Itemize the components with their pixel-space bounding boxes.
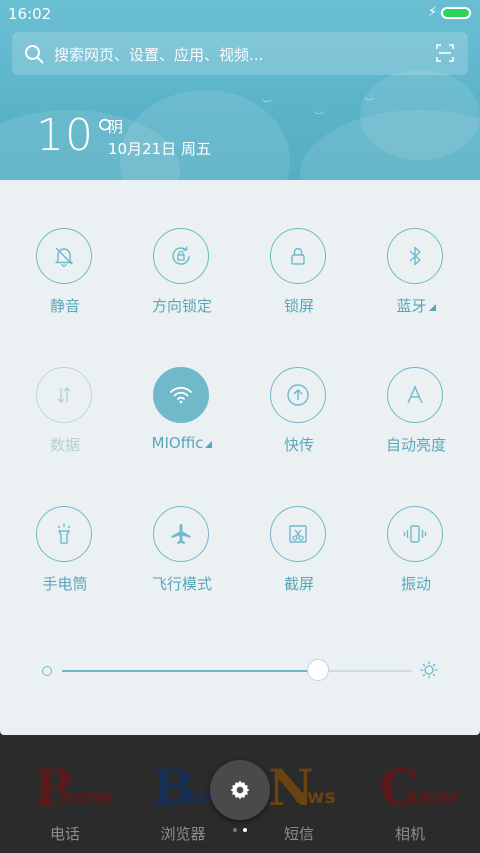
tile-label: 方向锁定: [151, 297, 212, 315]
page-indicator-dot: [233, 828, 237, 832]
tile-button[interactable]: [153, 228, 209, 284]
brightness-high-icon: [420, 661, 438, 679]
tile-button[interactable]: [36, 506, 92, 562]
tile-button[interactable]: [153, 506, 209, 562]
dropdown-caret-icon: [428, 304, 436, 311]
tile-label: 自动亮度: [385, 436, 446, 454]
app-phone[interactable]: P hone 电话: [10, 750, 120, 850]
camera-app-icon: C amer: [369, 758, 460, 817]
tile-button[interactable]: [270, 367, 326, 423]
weather-condition: 阴: [108, 118, 124, 136]
tile-rotation-lock[interactable]: 方向锁定: [127, 228, 237, 328]
app-icon-word: ews: [294, 786, 336, 808]
tile-flashlight[interactable]: 手电筒: [10, 506, 120, 606]
app-label: 短信: [283, 825, 314, 843]
tile-label: 飞行模式: [151, 575, 212, 593]
wifi-icon: [170, 386, 192, 404]
app-label: 电话: [49, 825, 80, 843]
lock-icon: [291, 247, 305, 265]
tile-label: 蓝牙: [361, 295, 471, 316]
tile-data[interactable]: 数据: [10, 367, 120, 467]
status-bar: 16:02 ⚡: [0, 0, 480, 28]
weather-header: ︶ ︶ ︶ 16:02 ⚡ 搜索网页、设置、应用、视频... 10° 阴 10月…: [0, 0, 480, 180]
tile-button[interactable]: [36, 228, 92, 284]
app-icon-word: hone: [60, 786, 113, 808]
temperature: 10°: [36, 110, 117, 161]
weather-date: 10月21日 周五: [108, 140, 211, 158]
battery-icon: [441, 7, 471, 19]
tile-vibrate[interactable]: 振动: [361, 506, 471, 606]
tile-label: 截屏: [283, 575, 314, 593]
data-arrows-icon: [57, 387, 71, 403]
tile-label-text: MIOffic: [151, 434, 204, 452]
bell-off-icon: [54, 247, 74, 267]
dropdown-caret-icon: [205, 441, 213, 448]
tile-label: 数据: [49, 436, 80, 454]
airplane-icon: [171, 524, 191, 544]
phone-app-icon: P hone: [24, 758, 113, 817]
rotation-lock-icon: [172, 246, 190, 265]
app-camera[interactable]: C amer 相机: [355, 750, 465, 850]
tile-button[interactable]: [387, 367, 443, 423]
flashlight-icon: [57, 524, 71, 544]
auto-brightness-icon: [407, 385, 423, 404]
tile-label: MIOffic: [127, 434, 237, 452]
screenshot-icon: [289, 525, 307, 543]
tile-label: 快传: [283, 436, 314, 454]
tile-airplane-mode[interactable]: 飞行模式: [127, 506, 237, 606]
tile-lock-screen[interactable]: 锁屏: [244, 228, 354, 328]
tile-label: 锁屏: [283, 297, 314, 315]
status-time: 16:02: [8, 5, 52, 23]
charging-icon: ⚡: [428, 5, 438, 20]
tile-label: 静音: [49, 297, 80, 315]
cloud-shape: [360, 70, 480, 160]
search-bar[interactable]: 搜索网页、设置、应用、视频...: [12, 32, 468, 75]
tile-button[interactable]: [36, 367, 92, 423]
transfer-icon: [287, 384, 309, 406]
tile-auto-brightness[interactable]: 自动亮度: [361, 367, 471, 467]
tile-button[interactable]: [387, 228, 443, 284]
settings-button[interactable]: [210, 760, 270, 820]
quick-settings-panel: 静音 方向锁定 锁屏 蓝牙 数据 MIOffic 快传 自动亮度 手电筒 飞行模…: [0, 180, 480, 735]
tile-quick-transfer[interactable]: 快传: [244, 367, 354, 467]
tile-screenshot[interactable]: 截屏: [244, 506, 354, 606]
tile-label: 振动: [400, 575, 431, 593]
search-placeholder: 搜索网页、设置、应用、视频...: [54, 46, 264, 64]
brightness-low-icon: [42, 666, 52, 676]
tile-wifi[interactable]: MIOffic: [127, 367, 237, 467]
bird-icon: ︶: [314, 112, 324, 123]
tile-button[interactable]: [387, 506, 443, 562]
tile-silent[interactable]: 静音: [10, 228, 120, 328]
app-label: 相机: [394, 825, 425, 843]
scan-icon[interactable]: [436, 44, 454, 62]
app-icon-word: amer: [405, 786, 460, 808]
bluetooth-icon: [409, 246, 421, 266]
gear-icon: [230, 780, 250, 800]
tile-button[interactable]: [270, 228, 326, 284]
messages-app-icon: N ews: [258, 758, 340, 817]
tile-bluetooth[interactable]: 蓝牙: [361, 228, 471, 328]
search-icon: [25, 45, 44, 64]
vibrate-icon: [403, 525, 427, 543]
tile-button[interactable]: [270, 506, 326, 562]
bird-icon: ︶: [262, 100, 272, 111]
tile-label: 手电筒: [42, 575, 88, 593]
bird-icon: ︶: [364, 98, 374, 109]
page-indicator-dot-active: [243, 828, 247, 832]
brightness-slider-handle[interactable]: [306, 659, 329, 681]
tile-label-text: 蓝牙: [396, 297, 427, 315]
tile-button[interactable]: [153, 367, 209, 423]
brightness-slider-fill: [62, 670, 318, 672]
app-label: 浏览器: [160, 825, 206, 843]
